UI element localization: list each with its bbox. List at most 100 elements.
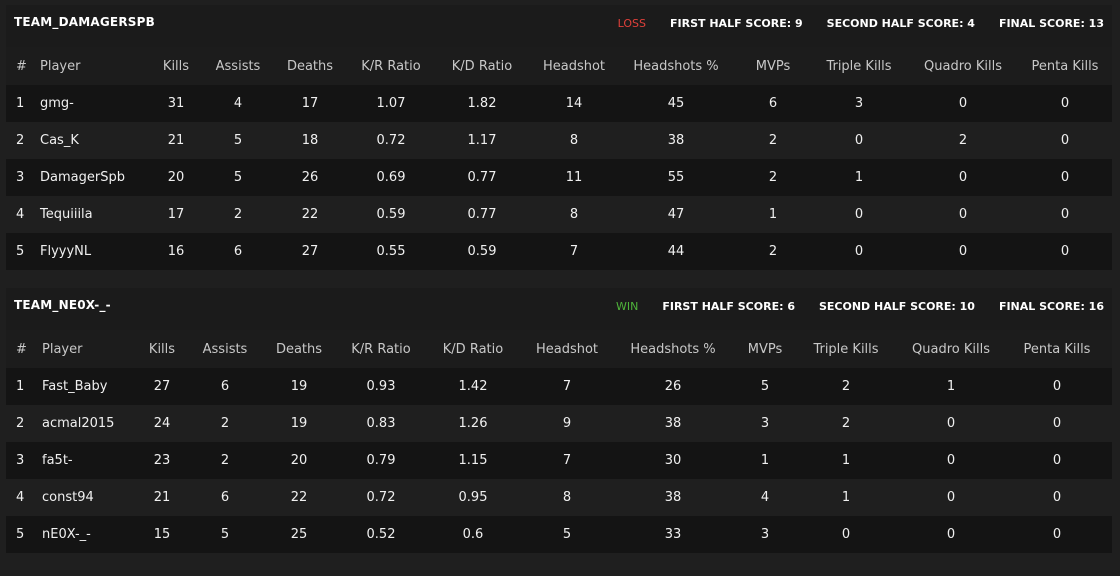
team-header: TEAM_NE0X-_- WIN FIRST HALF SCORE: 6 SEC… [6, 288, 1112, 330]
cell-player-name[interactable]: Tequiiila [36, 196, 146, 233]
column-header-kd-ratio[interactable]: K/D Ratio [420, 330, 526, 368]
column-header-kr-ratio[interactable]: K/R Ratio [350, 47, 432, 85]
column-header-kills[interactable]: Kills [146, 47, 206, 85]
cell-penta-kills: 0 [1018, 196, 1112, 233]
cell-player-name[interactable]: const94 [38, 479, 130, 516]
column-header-headshot[interactable]: Headshot [526, 330, 608, 368]
cell-player-name[interactable]: DamagerSpb [36, 159, 146, 196]
cell-player-name[interactable]: Cas_K [36, 122, 146, 159]
column-header-triple-kills[interactable]: Triple Kills [810, 47, 908, 85]
cell-assists: 6 [206, 233, 270, 270]
cell-rank: 1 [6, 85, 36, 122]
cell-headshots: 9 [526, 405, 608, 442]
cell-player-name[interactable]: nE0X-_- [38, 516, 130, 553]
cell-headshots: 8 [526, 479, 608, 516]
cell-mvps: 3 [738, 405, 792, 442]
cell-kr-ratio: 1.07 [350, 85, 432, 122]
cell-player-name[interactable]: acmal2015 [38, 405, 130, 442]
team-panel-2: TEAM_NE0X-_- WIN FIRST HALF SCORE: 6 SEC… [6, 288, 1112, 553]
cell-triple-kills: 2 [792, 405, 900, 442]
table-row[interactable]: 4 const94 21 6 22 0.72 0.95 8 38 4 1 0 0 [6, 479, 1112, 516]
cell-kills: 16 [146, 233, 206, 270]
table-row[interactable]: 3 DamagerSpb 20 5 26 0.69 0.77 11 55 2 1 0 0 [6, 159, 1112, 196]
column-header-player[interactable]: Player [38, 330, 130, 368]
cell-penta-kills: 0 [1002, 516, 1112, 553]
cell-triple-kills: 0 [810, 196, 908, 233]
first-half-score: FIRST HALF SCORE: 6 [662, 300, 795, 313]
cell-rank: 4 [6, 196, 36, 233]
cell-headshots-pct: 45 [616, 85, 736, 122]
column-header-deaths[interactable]: Deaths [270, 47, 350, 85]
table-header-row: # Player Kills Assists Deaths K/R Ratio … [6, 330, 1112, 368]
cell-quadro-kills: 0 [908, 159, 1018, 196]
cell-triple-kills: 0 [810, 122, 908, 159]
cell-player-name[interactable]: gmg- [36, 85, 146, 122]
column-header-quadro-kills[interactable]: Quadro Kills [900, 330, 1002, 368]
column-header-kr-ratio[interactable]: K/R Ratio [342, 330, 420, 368]
column-header-deaths[interactable]: Deaths [256, 330, 342, 368]
column-header-headshot[interactable]: Headshot [532, 47, 616, 85]
column-header-headshots-pct[interactable]: Headshots % [608, 330, 738, 368]
table-row[interactable]: 2 Cas_K 21 5 18 0.72 1.17 8 38 2 0 2 0 [6, 122, 1112, 159]
cell-kills: 17 [146, 196, 206, 233]
cell-headshots: 7 [526, 368, 608, 405]
column-header-assists[interactable]: Assists [206, 47, 270, 85]
table-row[interactable]: 2 acmal2015 24 2 19 0.83 1.26 9 38 3 2 0 0 [6, 405, 1112, 442]
column-header-kd-ratio[interactable]: K/D Ratio [432, 47, 532, 85]
cell-rank: 1 [6, 368, 38, 405]
cell-kd-ratio: 0.59 [432, 233, 532, 270]
scoreline: WIN FIRST HALF SCORE: 6 SECOND HALF SCOR… [616, 300, 1104, 313]
column-header-rank[interactable]: # [6, 47, 36, 85]
cell-headshots-pct: 47 [616, 196, 736, 233]
table-header-row: # Player Kills Assists Deaths K/R Ratio … [6, 47, 1112, 85]
cell-kd-ratio: 0.77 [432, 159, 532, 196]
cell-rank: 5 [6, 516, 38, 553]
table-row[interactable]: 5 nE0X-_- 15 5 25 0.52 0.6 5 33 3 0 0 0 [6, 516, 1112, 553]
cell-mvps: 6 [736, 85, 810, 122]
team-name: TEAM_NE0X-_- [14, 298, 111, 312]
column-header-rank[interactable]: # [6, 330, 38, 368]
column-header-kills[interactable]: Kills [130, 330, 194, 368]
column-header-penta-kills[interactable]: Penta Kills [1002, 330, 1112, 368]
cell-kd-ratio: 1.15 [420, 442, 526, 479]
cell-rank: 2 [6, 405, 38, 442]
cell-kills: 21 [130, 479, 194, 516]
column-header-mvps[interactable]: MVPs [736, 47, 810, 85]
cell-player-name[interactable]: FlyyyNL [36, 233, 146, 270]
first-half-score: FIRST HALF SCORE: 9 [670, 17, 803, 30]
cell-mvps: 1 [736, 196, 810, 233]
column-header-quadro-kills[interactable]: Quadro Kills [908, 47, 1018, 85]
cell-kills: 15 [130, 516, 194, 553]
column-header-headshots-pct[interactable]: Headshots % [616, 47, 736, 85]
cell-deaths: 19 [256, 368, 342, 405]
cell-triple-kills: 3 [810, 85, 908, 122]
column-header-assists[interactable]: Assists [194, 330, 256, 368]
cell-player-name[interactable]: Fast_Baby [38, 368, 130, 405]
player-stats-table: # Player Kills Assists Deaths K/R Ratio … [6, 330, 1112, 553]
column-header-player[interactable]: Player [36, 47, 146, 85]
team-panel-1: TEAM_DAMAGERSPB LOSS FIRST HALF SCORE: 9… [6, 5, 1112, 270]
column-header-mvps[interactable]: MVPs [738, 330, 792, 368]
cell-headshots: 5 [526, 516, 608, 553]
cell-assists: 5 [194, 516, 256, 553]
cell-kills: 23 [130, 442, 194, 479]
cell-mvps: 5 [738, 368, 792, 405]
table-row[interactable]: 4 Tequiiila 17 2 22 0.59 0.77 8 47 1 0 0 0 [6, 196, 1112, 233]
table-row[interactable]: 3 fa5t- 23 2 20 0.79 1.15 7 30 1 1 0 0 [6, 442, 1112, 479]
table-row[interactable]: 1 Fast_Baby 27 6 19 0.93 1.42 7 26 5 2 1 0 [6, 368, 1112, 405]
cell-kr-ratio: 0.93 [342, 368, 420, 405]
cell-deaths: 25 [256, 516, 342, 553]
cell-player-name[interactable]: fa5t- [38, 442, 130, 479]
table-row[interactable]: 5 FlyyyNL 16 6 27 0.55 0.59 7 44 2 0 0 0 [6, 233, 1112, 270]
table-body: 1 gmg- 31 4 17 1.07 1.82 14 45 6 3 0 0 2 Cas_K 21 5 18 0.7… [6, 85, 1112, 270]
cell-deaths: 22 [256, 479, 342, 516]
cell-kr-ratio: 0.52 [342, 516, 420, 553]
cell-kd-ratio: 0.95 [420, 479, 526, 516]
cell-mvps: 2 [736, 122, 810, 159]
cell-kr-ratio: 0.72 [342, 479, 420, 516]
cell-deaths: 18 [270, 122, 350, 159]
column-header-triple-kills[interactable]: Triple Kills [792, 330, 900, 368]
cell-headshots-pct: 55 [616, 159, 736, 196]
column-header-penta-kills[interactable]: Penta Kills [1018, 47, 1112, 85]
table-row[interactable]: 1 gmg- 31 4 17 1.07 1.82 14 45 6 3 0 0 [6, 85, 1112, 122]
